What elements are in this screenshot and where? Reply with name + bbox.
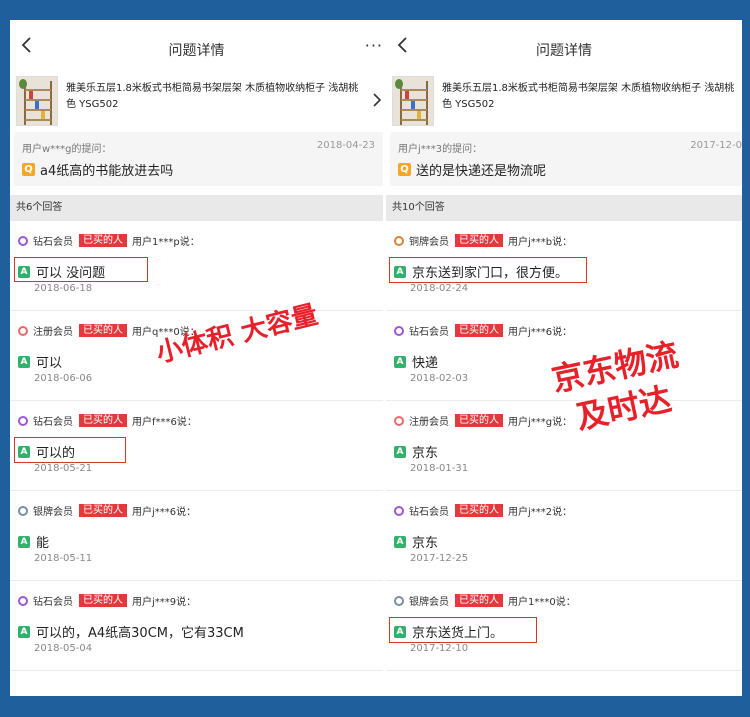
answer-count: 共10个回答 — [386, 195, 742, 221]
diamond-member-icon — [18, 415, 28, 426]
answer-date: 2018-01-31 — [410, 463, 469, 474]
bought-badge: 已买的人 — [79, 504, 127, 517]
answer-text: 可以的，A4纸高30CM，它有33CM — [36, 626, 244, 641]
answer-user: 用户j***2说： — [508, 507, 573, 518]
answer-date: 2018-02-24 — [410, 283, 469, 294]
member-level: 注册会员 — [33, 327, 73, 338]
chevron-right-icon[interactable] — [372, 92, 382, 108]
question-user: 用户j***3的提问： — [398, 144, 483, 155]
top-nav-bar: 问题详情 — [386, 20, 742, 76]
page-title: 问题详情 — [168, 43, 225, 59]
highlight-box — [14, 257, 148, 282]
answer-date: 2018-06-06 — [34, 373, 93, 384]
answer-item: 钻石会员 已买的人 用户j***2说： A 京东 2017-12-25 — [386, 491, 742, 581]
question-badge-icon: Q — [398, 163, 411, 176]
question-text: a4纸高的书能放进去吗 — [40, 164, 174, 179]
answer-date: 2017-12-25 — [410, 553, 469, 564]
top-nav-bar: 问题详情 ··· — [10, 20, 383, 76]
question-card: 用户w***g的提问： 2018-04-23 Q a4纸高的书能放进去吗 — [14, 132, 383, 186]
product-thumbnail — [16, 76, 58, 126]
answer-user: 用户j***6说： — [132, 507, 197, 518]
page-title: 问题详情 — [536, 43, 592, 59]
answer-user: 用户1***p说： — [132, 237, 200, 248]
product-card[interactable]: 雅美乐五层1.8米板式书柜简易书架层架 木质植物收纳柜子 浅胡桃色 YSG502 — [10, 76, 383, 126]
answer-item: 钻石会员 已买的人 用户1***p说： A 可以 没问题 2018-06-18 — [10, 221, 383, 311]
bought-badge: 已买的人 — [455, 504, 503, 517]
answer-date: 2018-02-03 — [410, 373, 469, 384]
answer-date: 2018-05-04 — [34, 643, 93, 654]
bought-badge: 已买的人 — [79, 234, 127, 247]
answer-date: 2017-12-10 — [410, 643, 469, 654]
register-member-icon — [18, 325, 28, 336]
answer-text: 京东 — [412, 446, 439, 461]
question-date: 2018-04-23 — [316, 140, 375, 151]
answer-text: 可以 — [36, 356, 63, 371]
answer-item: 钻石会员 已买的人 用户f***6说： A 可以的 2018-05-21 — [10, 401, 383, 491]
answer-badge-icon: A — [18, 535, 30, 548]
member-level: 铜牌会员 — [409, 237, 449, 248]
question-card: 用户j***3的提问： 2017-12-0 Q 送的是快递还是物流呢 — [390, 132, 742, 186]
bronze-member-icon — [394, 235, 404, 246]
answer-text: 京东 — [412, 536, 439, 551]
highlight-box — [389, 617, 537, 643]
member-level: 银牌会员 — [33, 507, 73, 518]
answer-user: 用户1***0说： — [508, 597, 576, 608]
member-level: 钻石会员 — [409, 327, 449, 338]
product-card[interactable]: 雅美乐五层1.8米板式书柜简易书架层架 木质植物收纳柜子 浅胡桃色 YSG502 — [386, 76, 742, 126]
diamond-member-icon — [394, 325, 404, 336]
answer-count: 共6个回答 — [10, 195, 383, 221]
answer-item: 铜牌会员 已买的人 用户j***b说： A 京东送到家门口，很方便。 2018-… — [386, 221, 742, 311]
answer-badge-icon: A — [18, 355, 30, 368]
diamond-member-icon — [394, 505, 404, 516]
bought-badge: 已买的人 — [455, 234, 503, 247]
bought-badge: 已买的人 — [455, 324, 503, 337]
product-thumbnail — [392, 76, 434, 126]
member-level: 钻石会员 — [33, 417, 73, 428]
answer-item: 钻石会员 已买的人 用户j***9说： A 可以的，A4纸高30CM，它有33C… — [10, 581, 383, 671]
bought-badge: 已买的人 — [79, 324, 127, 337]
question-text: 送的是快递还是物流呢 — [416, 164, 547, 179]
member-level: 钻石会员 — [409, 507, 449, 518]
bought-badge: 已买的人 — [455, 414, 503, 427]
answer-item: 银牌会员 已买的人 用户j***6说： A 能 2018-05-11 — [10, 491, 383, 581]
more-menu-icon[interactable]: ··· — [365, 36, 383, 55]
bought-badge: 已买的人 — [79, 594, 127, 607]
highlight-box — [14, 437, 126, 463]
bought-badge: 已买的人 — [455, 594, 503, 607]
answer-date: 2018-06-18 — [34, 283, 93, 294]
answer-text: 快递 — [412, 356, 439, 371]
answer-user: 用户j***b说： — [508, 237, 573, 248]
bought-badge: 已买的人 — [79, 414, 127, 427]
register-member-icon — [394, 415, 404, 426]
silver-member-icon — [394, 595, 404, 606]
member-level: 钻石会员 — [33, 597, 73, 608]
answer-item: 银牌会员 已买的人 用户1***0说： A 京东送货上门。 2017-12-10 — [386, 581, 742, 671]
question-date: 2017-12-0 — [690, 140, 742, 151]
diamond-member-icon — [18, 235, 28, 246]
member-level: 银牌会员 — [409, 597, 449, 608]
answer-badge-icon: A — [394, 355, 406, 368]
product-title: 雅美乐五层1.8米板式书柜简易书架层架 木质植物收纳柜子 浅胡桃色 YSG502 — [66, 83, 359, 110]
product-title: 雅美乐五层1.8米板式书柜简易书架层架 木质植物收纳柜子 浅胡桃色 YSG502 — [442, 83, 735, 110]
question-user: 用户w***g的提问： — [22, 144, 112, 155]
diamond-member-icon — [18, 595, 28, 606]
answer-user: 用户f***6说： — [132, 417, 197, 428]
answer-user: 用户j***6说： — [508, 327, 573, 338]
answer-badge-icon: A — [394, 445, 406, 458]
answer-user: 用户j***9说： — [132, 597, 197, 608]
member-level: 注册会员 — [409, 417, 449, 428]
answer-date: 2018-05-21 — [34, 463, 93, 474]
answer-text: 能 — [36, 536, 50, 551]
highlight-box — [389, 257, 587, 283]
member-level: 钻石会员 — [33, 237, 73, 248]
question-badge-icon: Q — [22, 163, 35, 176]
answer-badge-icon: A — [394, 535, 406, 548]
silver-member-icon — [18, 505, 28, 516]
answer-badge-icon: A — [18, 625, 30, 638]
answer-date: 2018-05-11 — [34, 553, 93, 564]
